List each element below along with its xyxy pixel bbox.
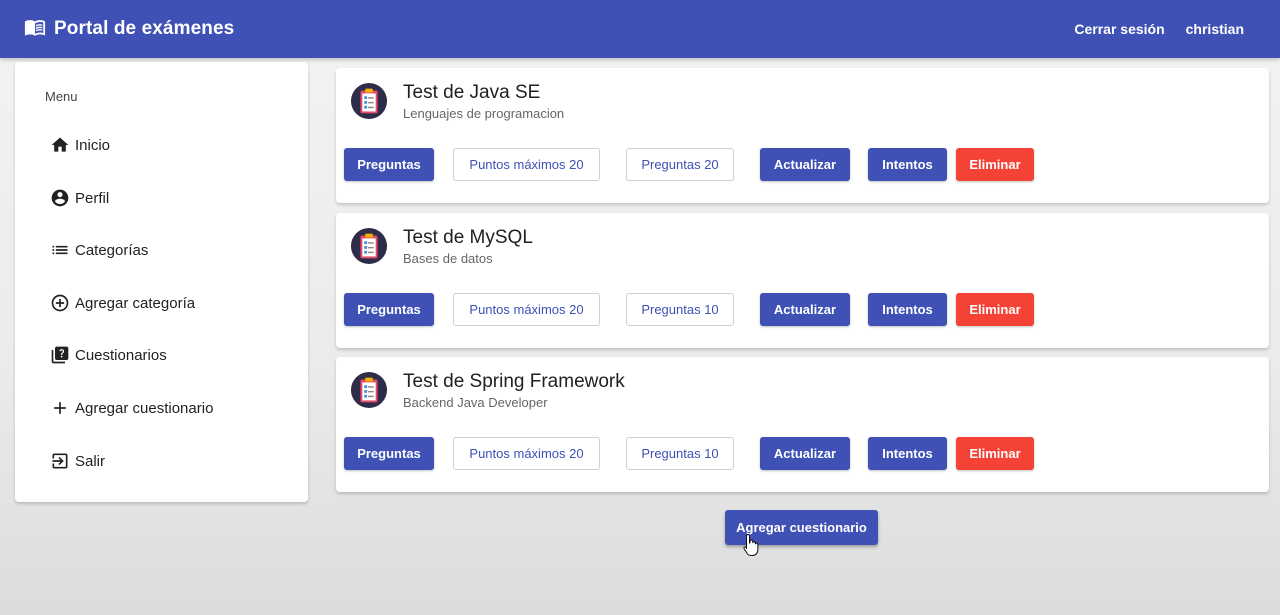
delete-button[interactable]: Eliminar (956, 437, 1034, 470)
update-button[interactable]: Actualizar (760, 437, 850, 470)
update-button[interactable]: Actualizar (760, 293, 850, 326)
account-circle-icon (50, 188, 70, 208)
attempts-button[interactable]: Intentos (868, 293, 947, 326)
sidebar-item-categorias[interactable]: Categorías (50, 235, 290, 265)
sidebar: Menu Inicio Perfil Categorías Agregar ca… (15, 62, 308, 502)
update-button[interactable]: Actualizar (760, 148, 850, 181)
clipboard-icon (350, 371, 388, 409)
delete-button[interactable]: Eliminar (956, 148, 1034, 181)
quiz-card: Test de MySQL Bases de datos Preguntas P… (336, 213, 1269, 348)
sidebar-item-agregar-cuestionario[interactable]: Agregar cuestionario (50, 393, 290, 423)
questions-button[interactable]: Preguntas (344, 293, 434, 326)
sidebar-item-label: Categorías (75, 241, 149, 259)
home-icon (50, 135, 70, 155)
delete-button[interactable]: Eliminar (956, 293, 1034, 326)
logout-icon (50, 451, 70, 471)
add-icon (50, 398, 70, 418)
questions-button[interactable]: Preguntas (344, 437, 434, 470)
num-questions-button[interactable]: Preguntas 10 (626, 293, 734, 326)
quiz-card: Test de Spring Framework Backend Java De… (336, 357, 1269, 492)
sidebar-item-label: Agregar cuestionario (75, 399, 214, 417)
sidebar-item-inicio[interactable]: Inicio (50, 130, 290, 160)
quiz-category: Backend Java Developer (403, 395, 548, 410)
quiz-card: Test de Java SE Lenguajes de programacio… (336, 68, 1269, 203)
quiz-title: Test de MySQL (403, 227, 533, 248)
sidebar-item-label: Cuestionarios (75, 346, 167, 364)
username-link[interactable]: christian (1186, 21, 1244, 37)
attempts-button[interactable]: Intentos (868, 437, 947, 470)
menu-header: Menu (45, 89, 78, 104)
brand[interactable]: Portal de exámenes (24, 16, 234, 43)
logout-link[interactable]: Cerrar sesión (1074, 21, 1164, 37)
clipboard-icon (350, 227, 388, 265)
quiz-icon (50, 345, 70, 365)
book-open-icon (24, 16, 54, 43)
sidebar-item-cuestionarios[interactable]: Cuestionarios (50, 340, 290, 370)
clipboard-icon (350, 82, 388, 120)
sidebar-item-salir[interactable]: Salir (50, 446, 290, 476)
app-title: Portal de exámenes (54, 18, 235, 39)
add-circle-icon (50, 293, 70, 313)
quiz-category: Bases de datos (403, 251, 493, 266)
max-points-button[interactable]: Puntos máximos 20 (453, 437, 600, 470)
attempts-button[interactable]: Intentos (868, 148, 947, 181)
quiz-title: Test de Java SE (403, 82, 541, 103)
top-toolbar: Portal de exámenes Cerrar sesión christi… (0, 0, 1280, 58)
hand-cursor-icon (743, 533, 759, 556)
questions-button[interactable]: Preguntas (344, 148, 434, 181)
quiz-category: Lenguajes de programacion (403, 106, 565, 121)
max-points-button[interactable]: Puntos máximos 20 (453, 148, 600, 181)
sidebar-item-label: Perfil (75, 189, 110, 207)
sidebar-item-perfil[interactable]: Perfil (50, 183, 290, 213)
num-questions-button[interactable]: Preguntas 20 (626, 148, 734, 181)
sidebar-item-label: Agregar categoría (75, 294, 196, 312)
list-icon (50, 240, 70, 260)
sidebar-item-label: Inicio (75, 136, 111, 154)
sidebar-item-label: Salir (75, 452, 106, 470)
num-questions-button[interactable]: Preguntas 10 (626, 437, 734, 470)
quiz-title: Test de Spring Framework (403, 371, 625, 392)
max-points-button[interactable]: Puntos máximos 20 (453, 293, 600, 326)
sidebar-item-agregar-categoria[interactable]: Agregar categoría (50, 288, 290, 318)
